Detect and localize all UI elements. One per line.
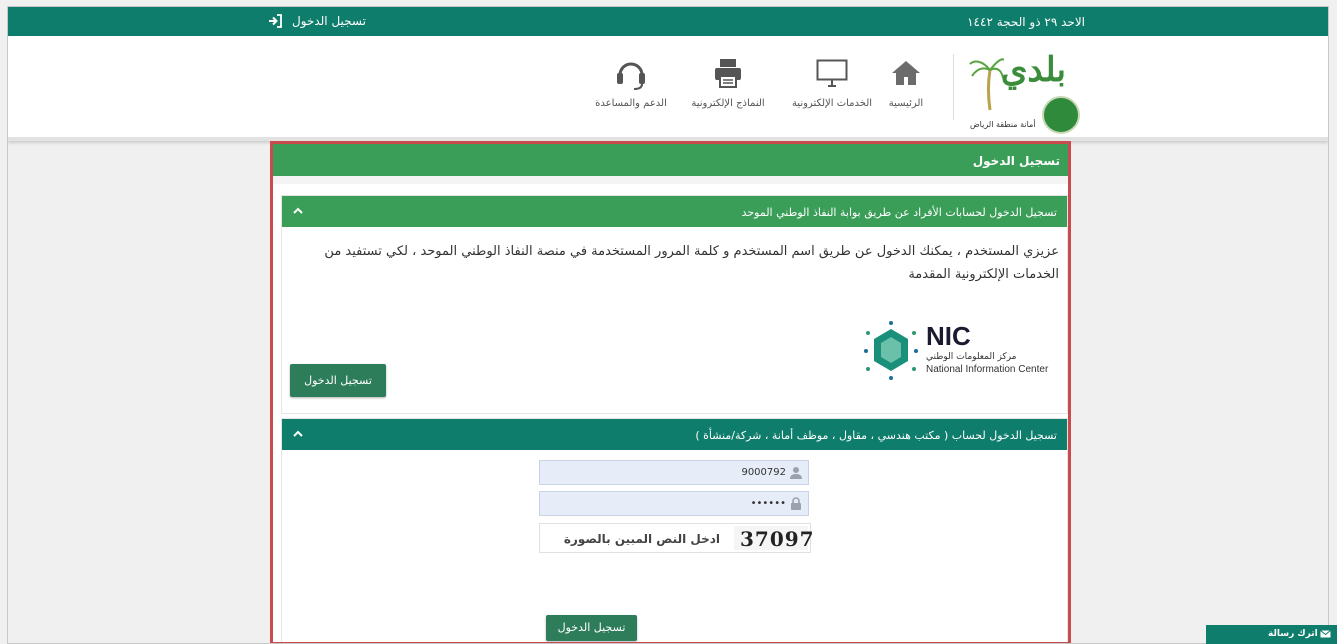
panel-title: تسجيل الدخول <box>972 154 1060 168</box>
nafath-section-title: تسجيل الدخول لحسابات الأفراد عن طريق بوا… <box>741 206 1057 219</box>
nafath-login-section: تسجيل الدخول لحسابات الأفراد عن طريق بوا… <box>281 195 1068 414</box>
nafath-section-header[interactable]: تسجيل الدخول لحسابات الأفراد عن طريق بوا… <box>282 196 1067 227</box>
nav-home[interactable]: الرئيسية <box>876 50 936 109</box>
user-icon <box>790 467 802 479</box>
hijri-date: الاحد ٢٩ ذو الحجة ١٤٤٢ <box>967 15 1085 29</box>
sign-in-icon <box>269 14 282 28</box>
logo-brand-text: بلدي <box>1000 50 1066 90</box>
password-value: •••••• <box>750 498 786 509</box>
nafath-intro-text: عزيزي المستخدم ، يمكنك الدخول عن طريق اس… <box>324 244 1059 282</box>
username-value: 9000792 <box>741 467 786 478</box>
palm-logo-icon <box>969 58 1004 111</box>
nav-e-services-label: الخدمات الإلكترونية <box>791 98 873 109</box>
riyadh-seal-icon <box>1042 96 1080 134</box>
chevron-up-icon[interactable] <box>292 428 304 440</box>
headset-icon <box>617 62 645 90</box>
envelope-icon <box>1320 630 1331 638</box>
nav-e-services[interactable]: الخدمات الإلكترونية <box>788 50 876 109</box>
nafath-login-button[interactable]: تسجيل الدخول <box>290 364 386 397</box>
top-login-link[interactable]: تسجيل الدخول <box>268 14 366 28</box>
nic-english-name: National Information Center <box>926 364 1049 375</box>
top-bar: الاحد ٢٩ ذو الحجة ١٤٤٢ تسجيل الدخول <box>8 7 1328 36</box>
nav-support[interactable]: الدعم والمساعدة <box>586 50 676 109</box>
nav-e-forms[interactable]: النماذج الإلكترونية <box>683 50 773 109</box>
account-login-button[interactable]: تسجيل الدخول <box>546 615 637 641</box>
captcha-image: 37097 <box>734 526 814 551</box>
monitor-icon <box>816 59 848 87</box>
nic-logo: NIC مركز المعلومات الوطني National Infor… <box>862 321 1052 383</box>
header-divider <box>953 54 954 120</box>
account-section-header[interactable]: تسجيل الدخول لحساب ( مكتب هندسي ، مقاول … <box>282 419 1067 450</box>
home-icon <box>892 61 920 85</box>
balady-logo[interactable]: بلدي أمانة منطقة الرياض <box>966 48 1080 134</box>
chevron-up-icon[interactable] <box>292 205 304 217</box>
nav-support-label: الدعم والمساعدة <box>595 98 667 109</box>
nav-home-label: الرئيسية <box>888 98 924 109</box>
nic-emblem-icon <box>864 321 918 380</box>
captcha-text: 37097 <box>740 527 815 551</box>
panel-title-bar: تسجيل الدخول <box>273 144 1068 176</box>
site-header: بلدي أمانة منطقة الرياض الرئيسية الخدمات… <box>8 36 1328 141</box>
browser-frame: الاحد ٢٩ ذو الحجة ١٤٤٢ تسجيل الدخول بلدي… <box>7 6 1329 644</box>
logo-subtitle: أمانة منطقة الرياض <box>970 120 1036 129</box>
top-login-label: تسجيل الدخول <box>292 14 366 28</box>
account-section-title: تسجيل الدخول لحساب ( مكتب هندسي ، مقاول … <box>695 429 1057 442</box>
captcha-input[interactable]: ادخل النص المبين بالصورة <box>564 532 720 546</box>
printer-icon <box>715 59 741 88</box>
nav-e-forms-label: النماذج الإلكترونية <box>691 98 765 109</box>
leave-message-button[interactable]: اترك رسالة <box>1206 625 1337 644</box>
nic-arabic-name: مركز المعلومات الوطني <box>926 352 1017 362</box>
username-field[interactable]: 9000792 <box>539 460 809 485</box>
leave-message-label: اترك رسالة <box>1268 629 1318 639</box>
nic-title: NIC <box>926 321 971 351</box>
account-login-section: تسجيل الدخول لحساب ( مكتب هندسي ، مقاول … <box>281 418 1068 642</box>
lock-icon <box>791 497 801 510</box>
captcha-row: ادخل النص المبين بالصورة 37097 <box>539 523 814 553</box>
login-panel: تسجيل الدخول تسجيل الدخول لحسابات الأفرا… <box>270 141 1071 643</box>
password-field[interactable]: •••••• <box>539 491 809 516</box>
